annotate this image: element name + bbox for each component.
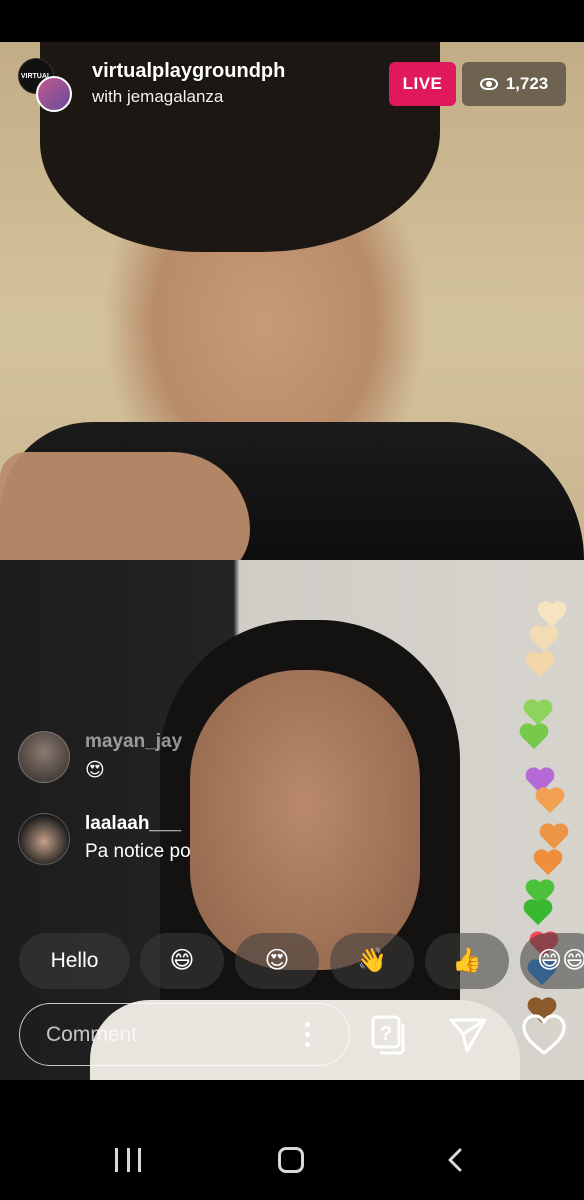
guest-line[interactable]: with jemagalanza [92, 87, 223, 107]
comment-item[interactable]: laalaah___ Pa notice po [18, 813, 378, 867]
system-nav-bar [0, 1080, 584, 1200]
heart-eyes-emoji: 😍 [264, 947, 290, 974]
quick-reply-wave[interactable]: 👋 [330, 933, 414, 989]
question-box-icon[interactable]: ? [370, 1014, 410, 1056]
live-header: VIRTUAL virtualplaygroundph with jemagal… [0, 56, 584, 116]
svg-text:?: ? [380, 1023, 392, 1045]
grin-emoji: 😄 [169, 947, 195, 974]
status-bar [0, 0, 584, 42]
commenter-username[interactable]: mayan_jay [85, 731, 182, 753]
floating-heart-icon [539, 824, 569, 851]
floating-heart-icon [535, 788, 565, 815]
home-icon[interactable] [278, 1147, 304, 1173]
floating-heart-icon [529, 626, 559, 653]
heart-icon[interactable] [521, 1013, 567, 1057]
quick-reply-grin[interactable]: 😄 [140, 933, 224, 989]
floating-heart-icon [525, 652, 555, 679]
host-username[interactable]: virtualplaygroundph [92, 60, 285, 83]
quick-reply-hello[interactable]: Hello [19, 933, 130, 989]
eye-icon [479, 78, 498, 90]
comment-input[interactable]: Comment [19, 1003, 350, 1066]
host-video-hand [0, 452, 250, 560]
comment-item[interactable]: mayan_jay 😍 [18, 731, 378, 785]
floating-heart-icon [533, 850, 563, 877]
quick-reply-thumbs-up[interactable]: 👍 [425, 933, 509, 989]
quick-reply-grin-double[interactable]: 😄😄 [520, 933, 584, 989]
quick-reply-heart-eyes[interactable]: 😍 [235, 933, 319, 989]
commenter-username[interactable]: laalaah___ [85, 813, 181, 835]
floating-heart-icon [519, 724, 549, 751]
wave-emoji: 👋 [357, 947, 387, 974]
host-video [0, 42, 584, 560]
thumbs-up-emoji: 👍 [452, 947, 482, 974]
back-icon[interactable] [444, 1148, 468, 1172]
viewer-count: 1,723 [505, 74, 549, 93]
commenter-avatar[interactable] [18, 731, 70, 783]
quick-reply-row: Hello 😄 😍 👋 👍 😄😄 [19, 933, 584, 991]
host-avatar-stack[interactable]: VIRTUAL [18, 58, 76, 114]
comment-text: Pa notice po [85, 841, 191, 862]
guest-avatar[interactable] [36, 76, 72, 112]
send-icon[interactable] [448, 1015, 488, 1055]
more-options-icon[interactable] [305, 1022, 311, 1048]
comment-placeholder: Comment [46, 1023, 138, 1046]
live-badge: LIVE [389, 62, 456, 106]
floating-heart-icon [523, 900, 553, 927]
viewer-count-badge[interactable]: 1,723 [462, 62, 566, 106]
comment-text: 😍 [85, 760, 105, 781]
grin-emoji: 😄😄 [536, 947, 584, 974]
recent-apps-icon[interactable] [115, 1148, 141, 1172]
commenter-avatar[interactable] [18, 813, 70, 865]
